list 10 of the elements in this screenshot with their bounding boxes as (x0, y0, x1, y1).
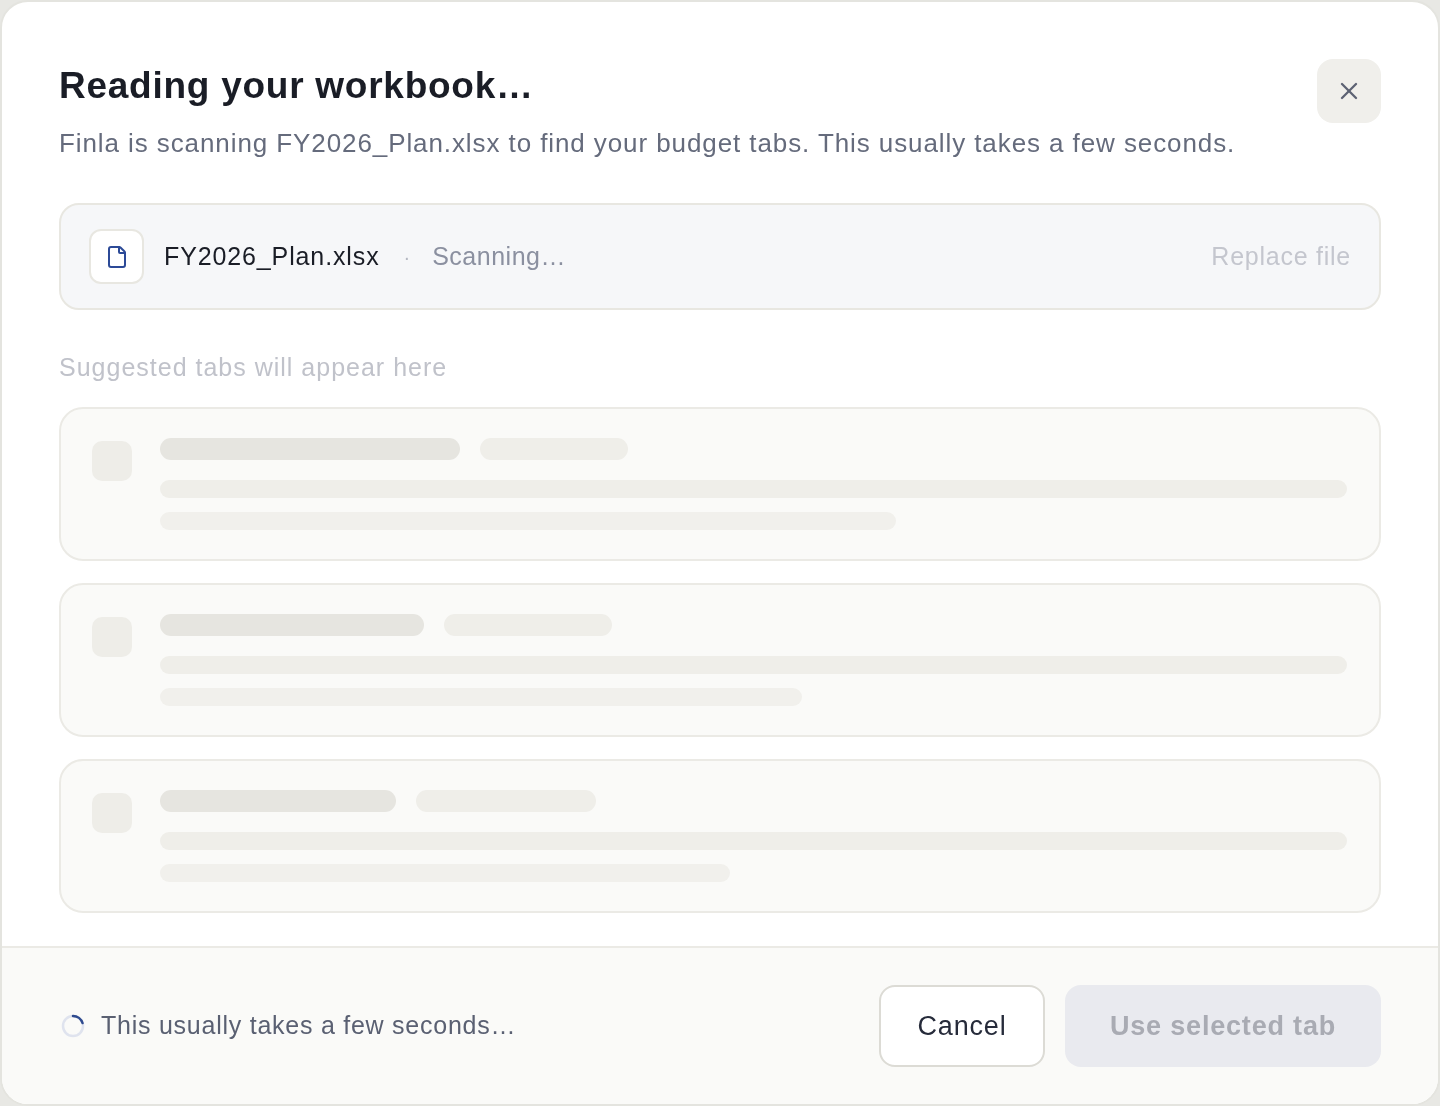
cancel-button[interactable]: Cancel (879, 985, 1045, 1067)
file-name: FY2026_Plan.xlsx (164, 240, 380, 272)
dialog-title: Reading your workbook… (59, 64, 534, 108)
scan-status: Scanning… (432, 240, 566, 272)
footer-status: This usually takes a few seconds… (101, 1010, 517, 1042)
dialog-description: Finla is scanning FY2026_Plan.xlsx to find your budget tabs. This usually takes a few seconds. (59, 127, 1236, 159)
suggestions-heading: Suggested tabs will appear here (59, 352, 448, 382)
file-icon (89, 229, 144, 284)
separator-dot: · (403, 244, 411, 270)
close-button[interactable] (1317, 59, 1381, 123)
